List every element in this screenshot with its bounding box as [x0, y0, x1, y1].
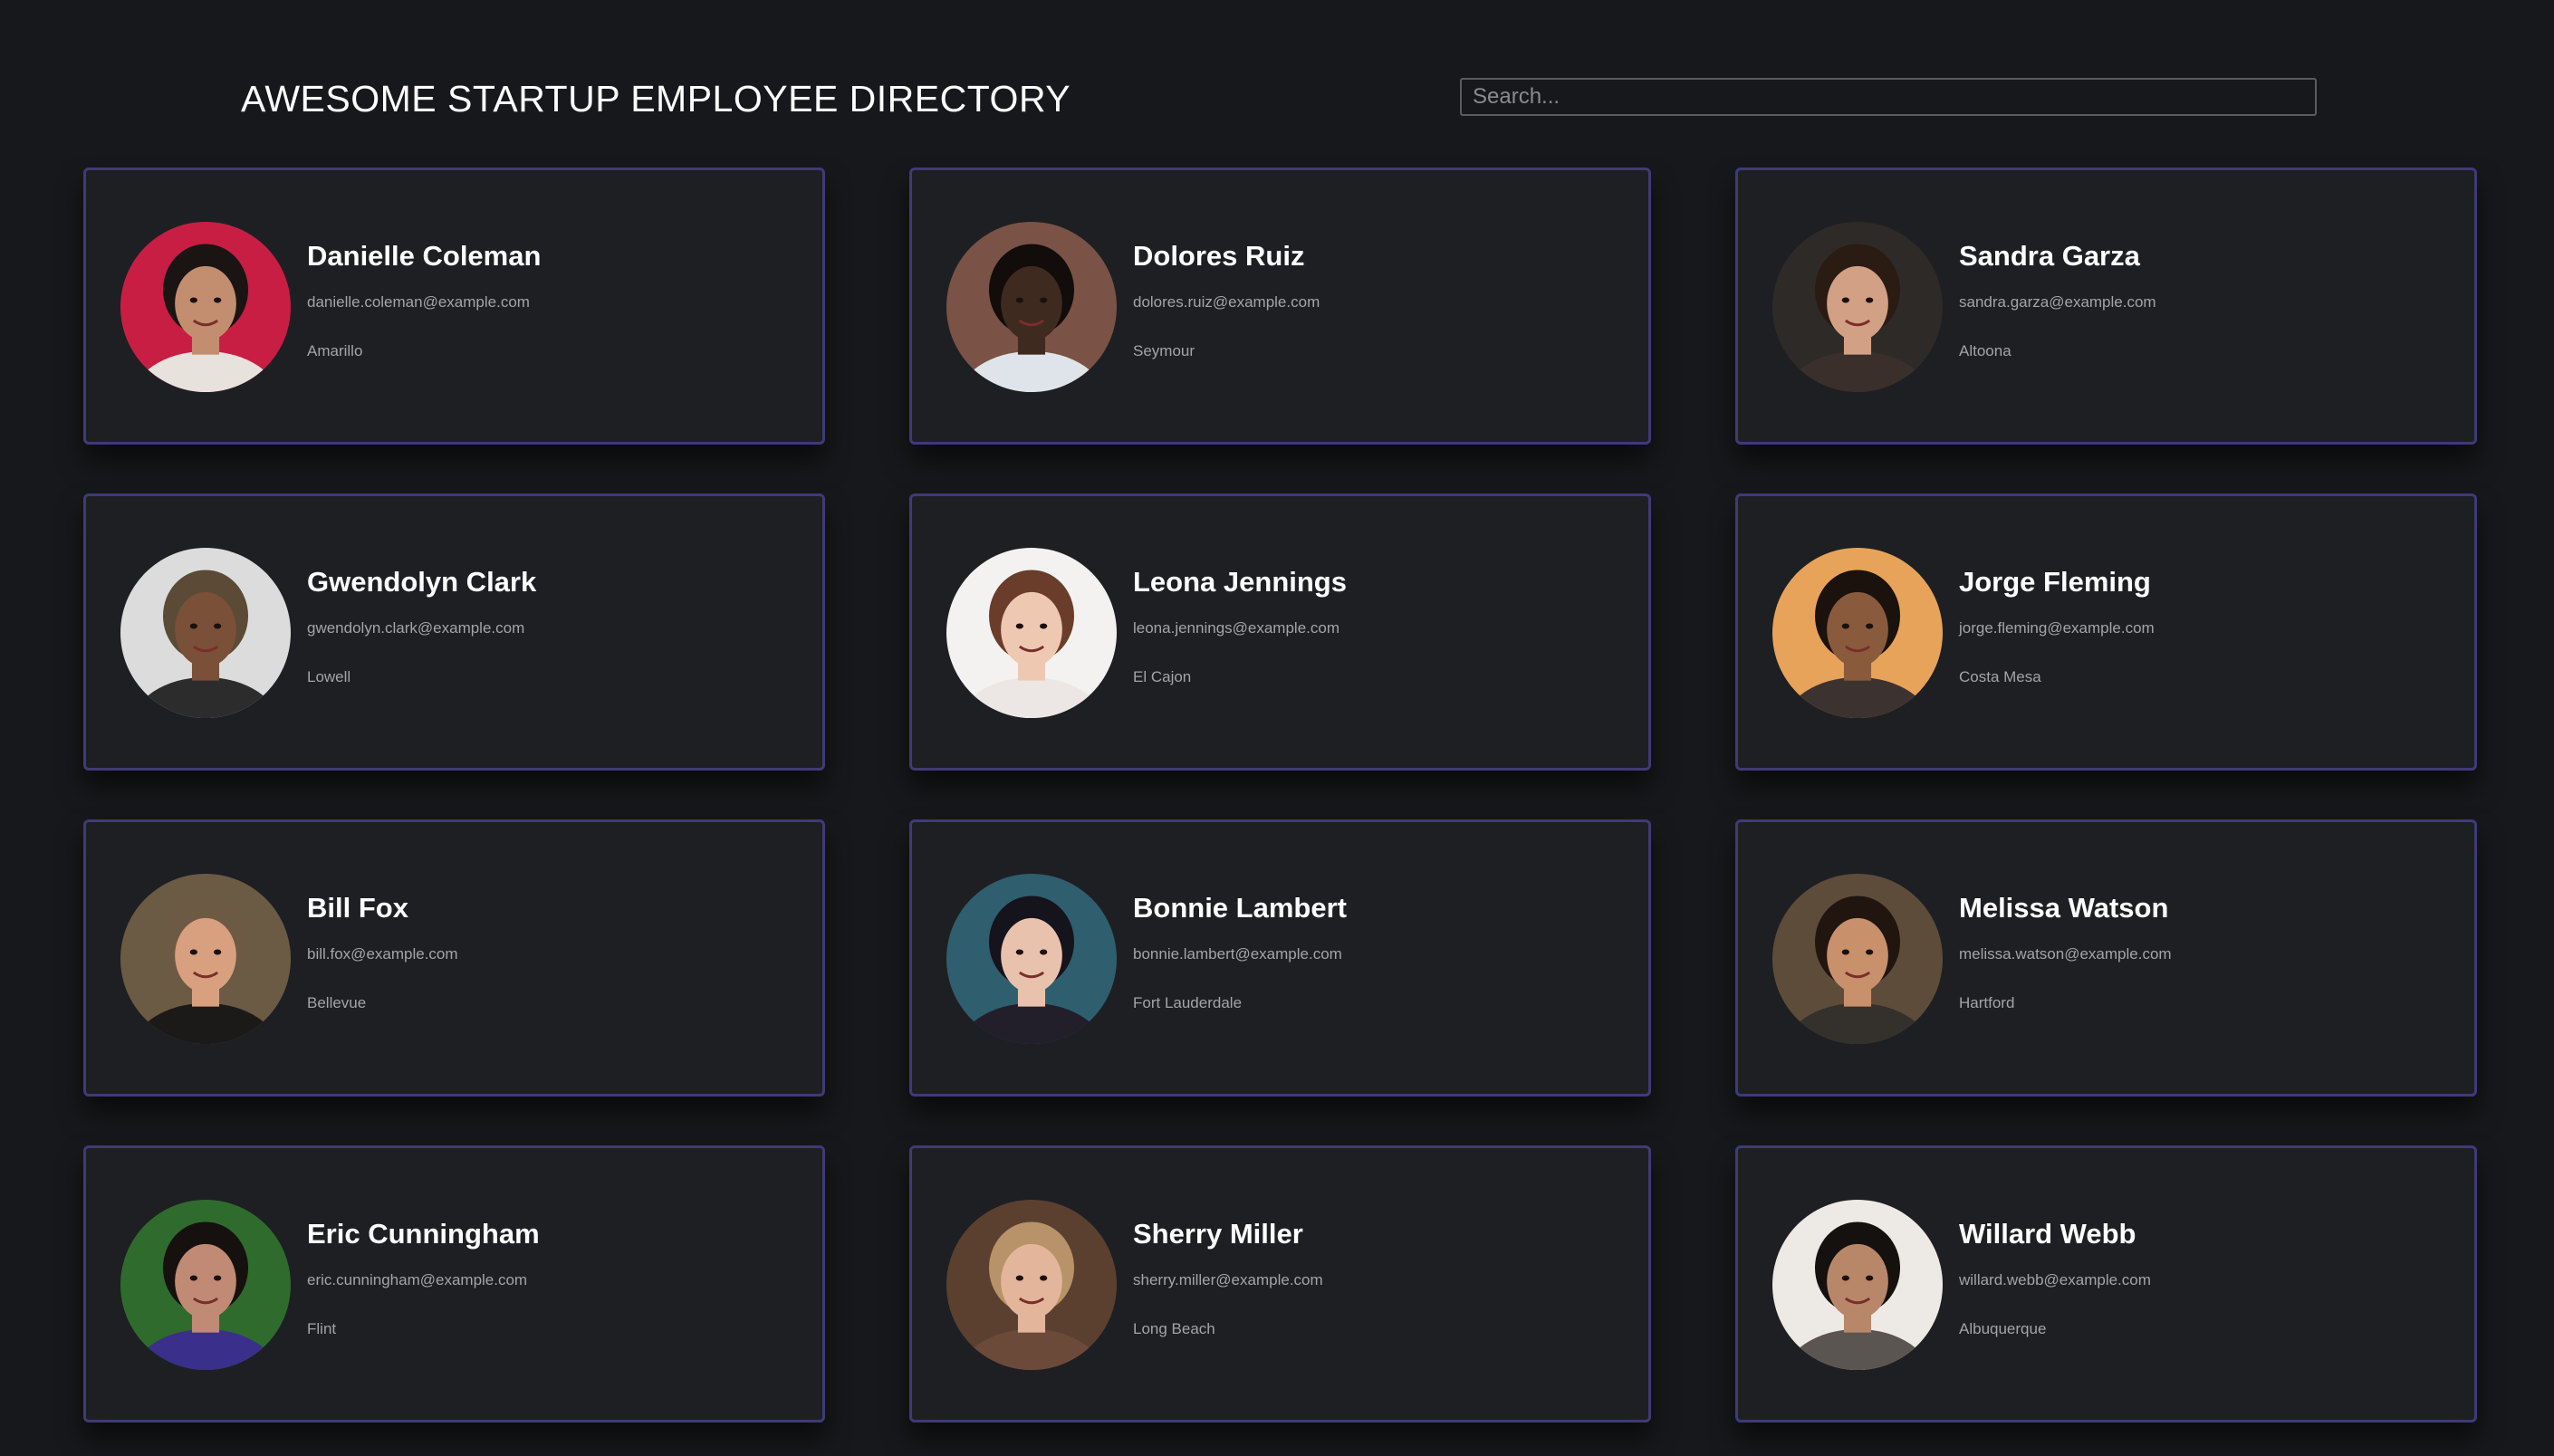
employee-card[interactable]: Eric Cunningham eric.cunningham@example.c… [83, 1145, 825, 1422]
employee-card[interactable]: Dolores Ruiz dolores.ruiz@example.com Seym… [909, 168, 1651, 445]
employee-card[interactable]: Gwendolyn Clark gwendolyn.clark@example.c… [83, 493, 825, 771]
employee-email: willard.webb@example.com [1959, 1271, 2151, 1288]
employee-city: Lowell [307, 668, 351, 685]
employee-info: Sandra Garza sandra.garza@example.com Alto… [1959, 239, 2156, 361]
employee-gallery: Danielle Coleman danielle.coleman@example… [83, 168, 2477, 1422]
employee-name: Sandra Garza [1959, 240, 2140, 272]
page-title: AWESOME STARTUP EMPLOYEE DIRECTORY [241, 78, 1071, 120]
avatar [120, 1200, 291, 1370]
avatar [1772, 548, 1943, 718]
avatar [1772, 1200, 1943, 1370]
employee-email: melissa.watson@example.com [1959, 945, 2172, 963]
employee-city: Albuquerque [1959, 1320, 2047, 1337]
employee-name: Bill Fox [307, 892, 408, 924]
employee-city: Altoona [1959, 342, 2012, 359]
search-input[interactable] [1460, 78, 2317, 116]
employee-city: Fort Lauderdale [1133, 994, 1243, 1011]
employee-email: dolores.ruiz@example.com [1133, 293, 1320, 311]
employee-city: Hartford [1959, 994, 2015, 1011]
employee-name: Dolores Ruiz [1133, 240, 1305, 272]
employee-info: Leona Jennings leona.jennings@example.com… [1133, 565, 1347, 687]
avatar [946, 874, 1117, 1044]
employee-city: Costa Mesa [1959, 668, 2041, 685]
employee-info: Jorge Fleming jorge.fleming@example.com Co… [1959, 565, 2155, 687]
employee-card[interactable]: Bonnie Lambert bonnie.lambert@example.com… [909, 819, 1651, 1097]
employee-info: Willard Webb willard.webb@example.com Albu… [1959, 1217, 2151, 1339]
employee-name: Willard Webb [1959, 1218, 2136, 1250]
employee-email: eric.cunningham@example.com [307, 1271, 528, 1288]
employee-email: bill.fox@example.com [307, 945, 458, 963]
employee-name: Danielle Coleman [307, 240, 542, 272]
employee-card[interactable]: Jorge Fleming jorge.fleming@example.com Co… [1735, 493, 2477, 771]
employee-city: Flint [307, 1320, 337, 1337]
employee-info: Bonnie Lambert bonnie.lambert@example.com… [1133, 891, 1347, 1013]
employee-email: leona.jennings@example.com [1133, 619, 1339, 637]
employee-city: Seymour [1133, 342, 1195, 359]
employee-name: Leona Jennings [1133, 566, 1347, 598]
avatar [1772, 874, 1943, 1044]
avatar [120, 874, 291, 1044]
employee-city: Bellevue [307, 994, 367, 1011]
directory-page: AWESOME STARTUP EMPLOYEE DIRECTORY Danie… [0, 0, 2554, 1456]
employee-info: Bill Fox bill.fox@example.com Bellevue [307, 891, 458, 1013]
employee-info: Dolores Ruiz dolores.ruiz@example.com Seym… [1133, 239, 1320, 361]
employee-card[interactable]: Sherry Miller sherry.miller@example.com Lo… [909, 1145, 1651, 1422]
employee-card[interactable]: Bill Fox bill.fox@example.com Bellevue [83, 819, 825, 1097]
employee-email: jorge.fleming@example.com [1959, 619, 2155, 637]
employee-city: Amarillo [307, 342, 363, 359]
employee-info: Danielle Coleman danielle.coleman@example… [307, 239, 541, 361]
page-header: AWESOME STARTUP EMPLOYEE DIRECTORY [0, 0, 2554, 163]
employee-email: gwendolyn.clark@example.com [307, 619, 525, 637]
employee-name: Gwendolyn Clark [307, 566, 537, 598]
employee-card[interactable]: Danielle Coleman danielle.coleman@example… [83, 168, 825, 445]
avatar [120, 548, 291, 718]
employee-info: Gwendolyn Clark gwendolyn.clark@example.c… [307, 565, 536, 687]
employee-email: bonnie.lambert@example.com [1133, 945, 1342, 963]
employee-city: Long Beach [1133, 1320, 1215, 1337]
employee-email: sandra.garza@example.com [1959, 293, 2156, 311]
employee-name: Bonnie Lambert [1133, 892, 1347, 924]
employee-info: Sherry Miller sherry.miller@example.com Lo… [1133, 1217, 1323, 1339]
employee-name: Melissa Watson [1959, 892, 2169, 924]
avatar [946, 222, 1117, 392]
employee-info: Melissa Watson melissa.watson@example.com… [1959, 891, 2172, 1013]
employee-card[interactable]: Melissa Watson melissa.watson@example.com… [1735, 819, 2477, 1097]
employee-name: Sherry Miller [1133, 1218, 1303, 1250]
employee-email: danielle.coleman@example.com [307, 293, 530, 311]
employee-card[interactable]: Willard Webb willard.webb@example.com Albu… [1735, 1145, 2477, 1422]
employee-city: El Cajon [1133, 668, 1192, 685]
avatar [946, 548, 1117, 718]
employee-info: Eric Cunningham eric.cunningham@example.c… [307, 1217, 540, 1339]
employee-card[interactable]: Sandra Garza sandra.garza@example.com Alto… [1735, 168, 2477, 445]
employee-name: Eric Cunningham [307, 1218, 540, 1250]
avatar [120, 222, 291, 392]
employee-card[interactable]: Leona Jennings leona.jennings@example.com… [909, 493, 1651, 771]
employee-name: Jorge Fleming [1959, 566, 2151, 598]
employee-email: sherry.miller@example.com [1133, 1271, 1323, 1288]
avatar [946, 1200, 1117, 1370]
avatar [1772, 222, 1943, 392]
